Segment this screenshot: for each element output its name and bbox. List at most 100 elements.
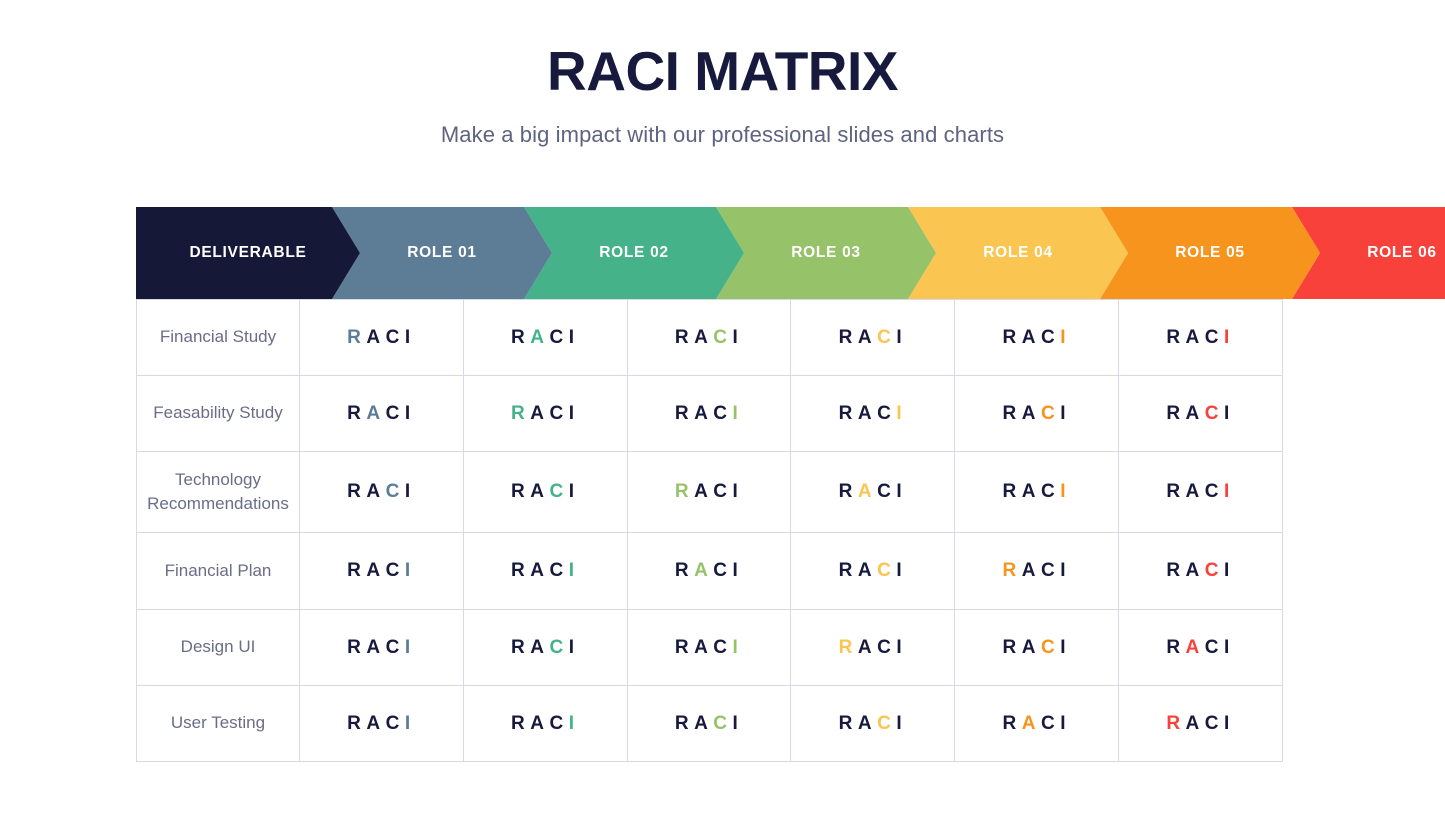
raci-letter-a: A bbox=[530, 712, 550, 734]
raci-cell[interactable]: RACI bbox=[627, 610, 792, 686]
raci-letter-r: R bbox=[1166, 481, 1186, 502]
raci-letter-c: C bbox=[1040, 712, 1061, 734]
raci-cell[interactable]: RACI bbox=[1119, 300, 1283, 376]
deliverable-cell[interactable]: Design UI bbox=[137, 610, 300, 686]
raci-cell[interactable]: RACI bbox=[955, 376, 1120, 452]
raci-cell[interactable]: RACI bbox=[300, 376, 464, 452]
raci-letter-r: R bbox=[838, 481, 858, 502]
raci-cell[interactable]: RACI bbox=[791, 686, 956, 762]
raci-letter-group: RACI bbox=[511, 327, 579, 349]
raci-letter-a: A bbox=[857, 402, 878, 424]
column-header-role-1[interactable]: ROLE 01 bbox=[332, 207, 552, 299]
column-header-role-3[interactable]: ROLE 03 bbox=[716, 207, 936, 299]
raci-letter-i: I bbox=[896, 712, 908, 734]
raci-cell[interactable]: RACI bbox=[1119, 610, 1283, 686]
raci-cell[interactable]: RACI bbox=[1119, 686, 1283, 762]
column-header-deliverable[interactable]: DELIVERABLE bbox=[136, 207, 360, 299]
raci-letter-c: C bbox=[1040, 481, 1061, 502]
raci-cell[interactable]: RACI bbox=[300, 686, 464, 762]
column-header-label: ROLE 01 bbox=[407, 244, 477, 261]
raci-letter-c: C bbox=[385, 636, 405, 658]
raci-cell[interactable]: RACI bbox=[1119, 376, 1283, 452]
matrix-body: Financial Study RACI RACI RACI RACI RACI RACI F… bbox=[136, 299, 1283, 762]
raci-letter-i: I bbox=[404, 481, 416, 502]
raci-cell[interactable]: RACI bbox=[463, 376, 628, 452]
raci-letter-group: RACI bbox=[347, 637, 415, 659]
raci-letter-r: R bbox=[1002, 712, 1022, 734]
raci-cell[interactable]: RACI bbox=[955, 452, 1120, 533]
raci-cell[interactable]: RACI bbox=[463, 300, 628, 376]
raci-letter-group: RACI bbox=[675, 403, 743, 425]
raci-cell[interactable]: RACI bbox=[463, 533, 628, 610]
raci-cell[interactable]: RACI bbox=[1119, 452, 1283, 533]
raci-cell[interactable]: RACI bbox=[627, 300, 792, 376]
table-row: Financial Plan RACI RACI RACI RACI RACI RACI bbox=[137, 533, 1283, 610]
raci-letter-i: I bbox=[732, 481, 744, 502]
raci-cell[interactable]: RACI bbox=[955, 610, 1120, 686]
column-header-label: ROLE 03 bbox=[791, 244, 861, 261]
raci-letter-r: R bbox=[511, 636, 531, 658]
raci-letter-active-i: I bbox=[1060, 326, 1071, 348]
raci-cell[interactable]: RACI bbox=[791, 452, 956, 533]
raci-letter-r: R bbox=[347, 636, 367, 658]
raci-letter-c: C bbox=[877, 402, 897, 424]
raci-cell[interactable]: RACI bbox=[300, 452, 464, 533]
column-header-role-2[interactable]: ROLE 02 bbox=[524, 207, 744, 299]
raci-letter-group: RACI bbox=[675, 713, 743, 735]
raci-letter-active-r: R bbox=[838, 636, 858, 658]
raci-matrix: DELIVERABLE ROLE 01 ROLE 02 ROLE 03 ROLE 04 R… bbox=[136, 207, 1316, 762]
raci-cell[interactable]: RACI bbox=[627, 376, 792, 452]
raci-cell[interactable]: RACI bbox=[791, 533, 956, 610]
raci-letter-r: R bbox=[1002, 636, 1022, 658]
raci-letter-r: R bbox=[838, 560, 858, 581]
raci-cell[interactable]: RACI bbox=[955, 533, 1120, 610]
raci-letter-i: I bbox=[896, 481, 908, 502]
raci-letter-active-c: C bbox=[549, 636, 569, 658]
raci-letter-i: I bbox=[896, 326, 908, 348]
raci-cell[interactable]: RACI bbox=[627, 686, 792, 762]
raci-cell[interactable]: RACI bbox=[463, 610, 628, 686]
column-header-role-5[interactable]: ROLE 05 bbox=[1100, 207, 1320, 299]
raci-letter-active-i: I bbox=[404, 636, 416, 658]
raci-cell[interactable]: RACI bbox=[791, 376, 956, 452]
raci-cell[interactable]: RACI bbox=[300, 533, 464, 610]
raci-cell[interactable]: RACI bbox=[300, 300, 464, 376]
raci-letter-a: A bbox=[1185, 326, 1205, 348]
raci-letter-active-r: R bbox=[347, 326, 367, 348]
raci-cell[interactable]: RACI bbox=[300, 610, 464, 686]
raci-letter-c: C bbox=[1204, 326, 1225, 348]
raci-letter-active-c: C bbox=[877, 326, 897, 348]
raci-cell[interactable]: RACI bbox=[627, 452, 792, 533]
raci-letter-a: A bbox=[366, 560, 386, 581]
raci-letter-r: R bbox=[347, 481, 367, 502]
raci-letter-active-i: I bbox=[732, 636, 744, 658]
raci-cell[interactable]: RACI bbox=[463, 686, 628, 762]
raci-letter-a: A bbox=[530, 560, 550, 581]
raci-letter-r: R bbox=[1166, 636, 1186, 658]
raci-cell[interactable]: RACI bbox=[791, 300, 956, 376]
raci-cell[interactable]: RACI bbox=[463, 452, 628, 533]
raci-letter-active-a: A bbox=[530, 326, 550, 348]
raci-cell[interactable]: RACI bbox=[1119, 533, 1283, 610]
matrix-header-row: DELIVERABLE ROLE 01 ROLE 02 ROLE 03 ROLE 04 R… bbox=[136, 207, 1316, 299]
deliverable-cell[interactable]: User Testing bbox=[137, 686, 300, 762]
raci-cell[interactable]: RACI bbox=[955, 300, 1120, 376]
raci-cell[interactable]: RACI bbox=[791, 610, 956, 686]
raci-letter-a: A bbox=[1021, 481, 1041, 502]
raci-cell[interactable]: RACI bbox=[627, 533, 792, 610]
deliverable-cell[interactable]: Financial Study bbox=[137, 300, 300, 376]
raci-letter-c: C bbox=[385, 560, 405, 581]
deliverable-cell[interactable]: Feasability Study bbox=[137, 376, 300, 452]
raci-letter-a: A bbox=[530, 481, 550, 502]
raci-letter-group: RACI bbox=[839, 713, 907, 735]
raci-letter-active-i: I bbox=[568, 712, 580, 734]
deliverable-cell[interactable]: Technology Recommendations bbox=[137, 452, 300, 533]
raci-letter-group: RACI bbox=[1002, 713, 1070, 735]
raci-letter-c: C bbox=[877, 481, 897, 502]
column-header-role-4[interactable]: ROLE 04 bbox=[908, 207, 1128, 299]
raci-letter-active-a: A bbox=[694, 560, 714, 581]
raci-letter-active-c: C bbox=[877, 712, 897, 734]
raci-letter-a: A bbox=[857, 326, 878, 348]
raci-cell[interactable]: RACI bbox=[955, 686, 1120, 762]
deliverable-cell[interactable]: Financial Plan bbox=[137, 533, 300, 610]
